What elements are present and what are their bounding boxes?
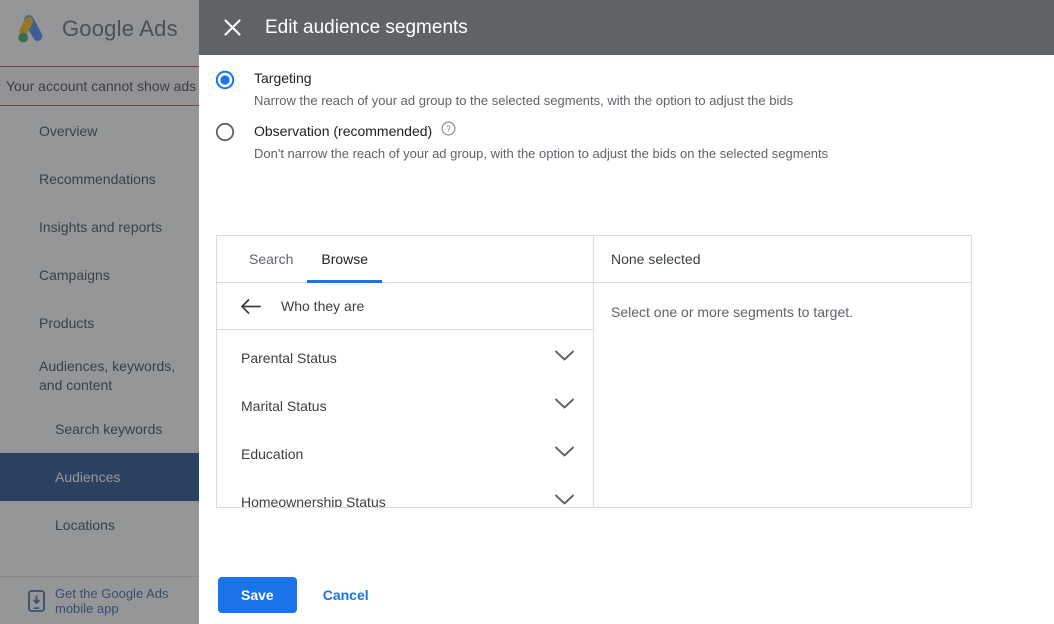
radio-selected-icon[interactable]	[215, 70, 235, 90]
breadcrumb-label: Who they are	[281, 298, 365, 314]
breadcrumb: Who they are	[217, 283, 593, 330]
cancel-button[interactable]: Cancel	[315, 577, 377, 613]
category-row[interactable]: Homeownership Status	[217, 478, 593, 507]
dialog-title: Edit audience segments	[265, 16, 468, 38]
targeting-mode-description: Don't narrow the reach of your ad group,…	[254, 146, 829, 161]
close-x-glyph	[223, 19, 241, 36]
chevron-down-icon[interactable]	[554, 349, 575, 367]
chevron-down-icon[interactable]	[554, 445, 575, 463]
help-icon[interactable]: ?	[441, 121, 456, 140]
arrow-left-glyph	[240, 298, 261, 314]
screen: Google Ads Your account cannot show ads …	[0, 0, 1054, 624]
targeting-mode-option[interactable]: Observation (recommended)? Don't narrow t…	[215, 121, 1054, 162]
segment-picker-card: Search Browse Who they are Parental Statu…	[216, 235, 972, 508]
category-row[interactable]: Marital Status	[217, 382, 593, 430]
close-icon[interactable]	[215, 11, 249, 45]
svg-text:?: ?	[446, 124, 451, 134]
segment-browser-panel: Search Browse Who they are Parental Statu…	[217, 236, 594, 507]
category-row[interactable]: Education	[217, 430, 593, 478]
targeting-mode-label-row: Observation (recommended)?	[254, 121, 828, 140]
tab-label: Browse	[321, 251, 369, 267]
tab-search[interactable]: Search	[235, 236, 307, 282]
category-label: Parental Status	[241, 350, 337, 366]
dialog-footer: Save Cancel	[199, 566, 1054, 624]
chevron-down-icon[interactable]	[554, 397, 575, 415]
dialog-header: Edit audience segments	[199, 0, 1054, 55]
selection-panel: None selected Select one or more segment…	[594, 236, 971, 507]
picker-tabs: Search Browse	[217, 236, 593, 283]
edit-audience-segments-dialog: Edit audience segments Targeting Narrow t…	[199, 0, 1054, 624]
tab-browse[interactable]: Browse	[307, 236, 382, 283]
selection-empty-message: Select one or more segments to target.	[611, 304, 854, 320]
targeting-mode-label-row: Targeting	[254, 69, 793, 87]
back-arrow-icon[interactable]	[237, 293, 263, 319]
selection-count-header: None selected	[594, 236, 971, 283]
radio-unselected-icon[interactable]	[215, 122, 235, 142]
targeting-mode-label: Observation (recommended)	[254, 122, 433, 139]
category-label: Marital Status	[241, 398, 327, 414]
targeting-mode-radio-group: Targeting Narrow the reach of your ad gro…	[199, 55, 1054, 162]
category-row[interactable]: Parental Status	[217, 334, 593, 382]
category-label: Homeownership Status	[241, 494, 386, 507]
targeting-mode-option[interactable]: Targeting Narrow the reach of your ad gro…	[215, 69, 1054, 109]
chevron-down-icon[interactable]	[554, 493, 575, 507]
targeting-mode-label: Targeting	[254, 70, 312, 86]
targeting-mode-texts: Targeting Narrow the reach of your ad gro…	[254, 69, 793, 109]
save-button[interactable]: Save	[218, 577, 297, 613]
dialog-body: Targeting Narrow the reach of your ad gro…	[199, 55, 1054, 566]
targeting-mode-description: Narrow the reach of your ad group to the…	[254, 93, 794, 108]
category-list: Parental Status Marital Status Education Ho…	[217, 330, 593, 507]
targeting-mode-texts: Observation (recommended)? Don't narrow t…	[254, 121, 828, 162]
tab-label: Search	[249, 251, 294, 267]
category-label: Education	[241, 446, 304, 462]
